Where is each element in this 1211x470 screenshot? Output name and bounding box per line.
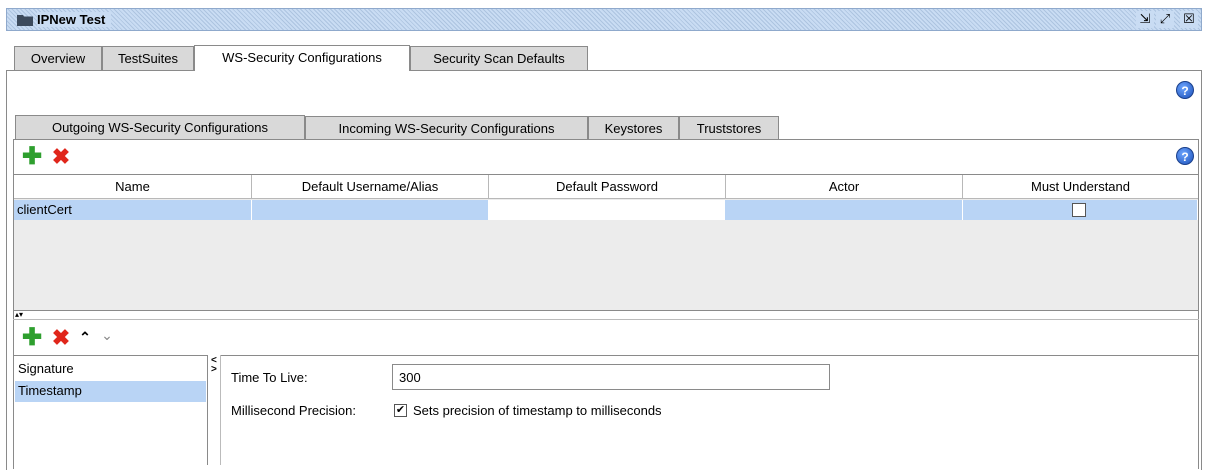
time-to-live-label: Time To Live: xyxy=(231,370,308,385)
time-to-live-input[interactable] xyxy=(392,364,830,390)
millisecond-precision-label: Millisecond Precision: xyxy=(231,403,356,418)
config-table: Name Default Username/Alias Default Pass… xyxy=(13,174,1199,311)
table-cell-password[interactable] xyxy=(489,200,726,220)
window-title: IPNew Test xyxy=(37,12,112,27)
splitter-arrows-icon[interactable]: ▴▾ xyxy=(13,310,23,319)
tab-ws-security-configurations[interactable]: WS-Security Configurations xyxy=(194,45,410,71)
table-cell-name[interactable]: clientCert xyxy=(14,200,252,220)
add-entry-icon[interactable]: ✚ xyxy=(22,326,42,350)
table-cell-must-understand xyxy=(963,200,1198,220)
folder-icon xyxy=(17,15,33,26)
tab-security-scan-defaults[interactable]: Security Scan Defaults xyxy=(410,46,588,71)
list-item-timestamp[interactable]: Timestamp xyxy=(15,381,206,402)
column-header-username[interactable]: Default Username/Alias xyxy=(252,175,489,199)
vertical-splitter[interactable]: ▴▾ xyxy=(13,311,1199,320)
column-header-actor[interactable]: Actor xyxy=(726,175,963,199)
tab-incoming-ws-security[interactable]: Incoming WS-Security Configurations xyxy=(305,116,588,141)
tab-outgoing-ws-security[interactable]: Outgoing WS-Security Configurations xyxy=(15,115,305,140)
move-down-icon[interactable]: ⌄ xyxy=(100,327,114,345)
remove-config-icon[interactable]: ✖ xyxy=(51,146,71,168)
millisecond-precision-checkbox-label[interactable]: Sets precision of timestamp to milliseco… xyxy=(413,403,662,418)
window-title-bar[interactable]: IPNew Test ⇲ ⤢ ☒ xyxy=(6,8,1202,31)
close-icon[interactable]: ☒ xyxy=(1180,11,1198,28)
restore-icon[interactable]: ⇲ xyxy=(1136,11,1154,28)
tab-truststores[interactable]: Truststores xyxy=(679,116,779,141)
entries-list: Signature Timestamp xyxy=(13,355,208,465)
maximize-icon[interactable]: ⤢ xyxy=(1156,11,1174,28)
must-understand-checkbox[interactable] xyxy=(1072,203,1086,217)
help-icon[interactable]: ? xyxy=(1176,147,1194,165)
millisecond-precision-checkbox[interactable]: ✔ xyxy=(394,404,407,417)
add-config-icon[interactable]: ✚ xyxy=(22,145,42,169)
remove-entry-icon[interactable]: ✖ xyxy=(51,327,71,349)
tab-overview[interactable]: Overview xyxy=(14,46,102,71)
column-header-must-understand[interactable]: Must Understand xyxy=(963,175,1198,199)
table-cell-actor[interactable] xyxy=(726,200,963,220)
list-item-signature[interactable]: Signature xyxy=(15,359,206,380)
collapse-right-icon[interactable]: > xyxy=(208,365,220,375)
tab-keystores[interactable]: Keystores xyxy=(588,116,679,141)
table-cell-username[interactable] xyxy=(252,200,489,220)
tab-testsuites[interactable]: TestSuites xyxy=(102,46,194,71)
help-icon[interactable]: ? xyxy=(1176,81,1194,99)
horizontal-splitter[interactable]: < > xyxy=(208,355,221,465)
move-up-icon[interactable]: ⌃ xyxy=(78,329,92,347)
column-header-password[interactable]: Default Password xyxy=(489,175,726,199)
column-header-name[interactable]: Name xyxy=(14,175,252,199)
